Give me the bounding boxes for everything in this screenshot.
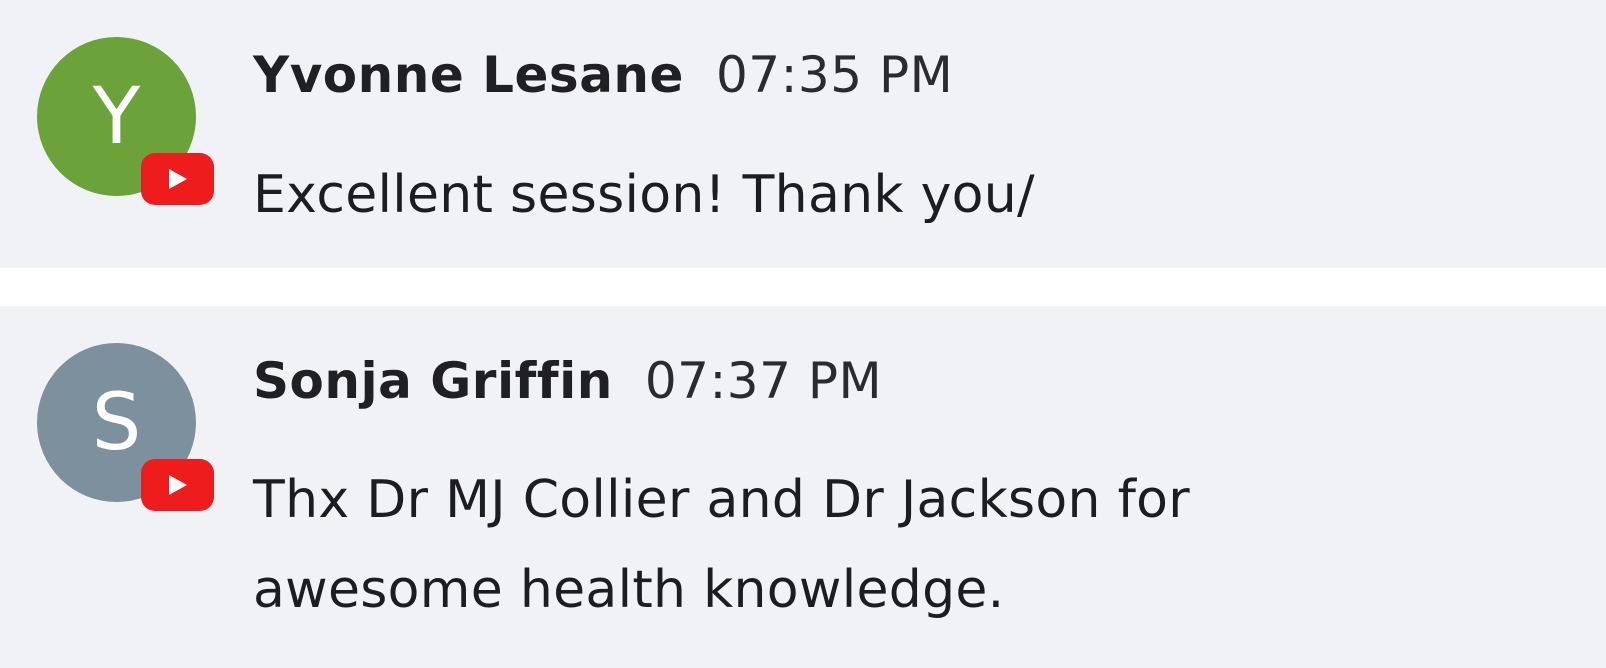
youtube-icon	[141, 459, 214, 511]
chat-list: Y Yvonne Lesane 07:35 PM Excellent sessio…	[0, 0, 1606, 668]
message-text: Excellent session! Thank you/	[253, 165, 1035, 225]
avatar-container: S	[37, 343, 217, 513]
message-header: Sonja Griffin 07:37 PM	[253, 356, 882, 406]
timestamp: 07:35 PM	[715, 46, 954, 104]
youtube-icon	[141, 153, 214, 205]
timestamp: 07:37 PM	[644, 352, 883, 410]
author-name: Yvonne Lesane	[253, 46, 684, 104]
message-text: Thx Dr MJ Collier and Dr Jackson for awe…	[253, 470, 1190, 620]
chat-message: S Sonja Griffin 07:37 PM Thx Dr MJ Collie…	[0, 306, 1606, 668]
play-icon	[168, 169, 187, 189]
avatar-container: Y	[37, 37, 217, 207]
message-header: Yvonne Lesane 07:35 PM	[253, 50, 953, 100]
author-name: Sonja Griffin	[253, 352, 613, 410]
chat-message: Y Yvonne Lesane 07:35 PM Excellent sessio…	[0, 0, 1606, 268]
play-icon	[168, 475, 187, 495]
